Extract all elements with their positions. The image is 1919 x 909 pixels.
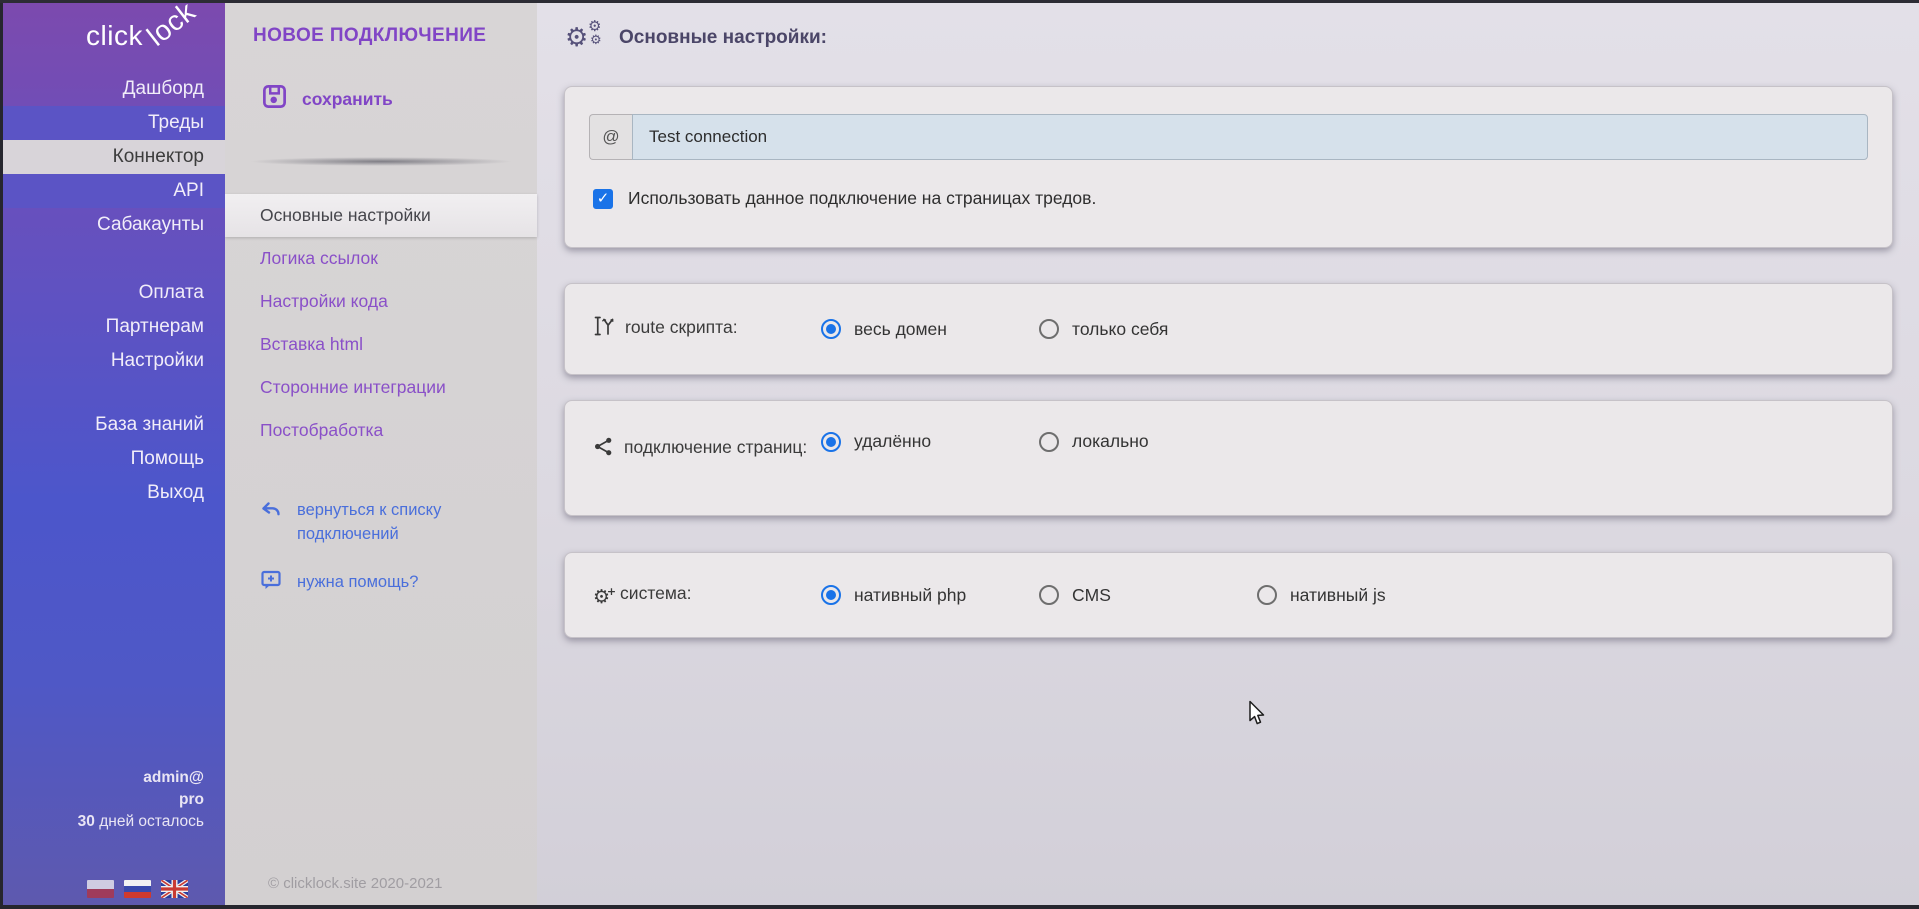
radio-icon[interactable] [1257, 585, 1277, 605]
gears-icon: ⚙ ⚙ ⚙ [565, 20, 607, 56]
route-icon [593, 315, 615, 348]
radio-icon[interactable] [1039, 319, 1059, 339]
at-icon: @ [602, 127, 619, 147]
use-on-threads-row[interactable]: ✓ Использовать данное подключение на стр… [593, 188, 1892, 209]
language-switcher [87, 880, 225, 898]
undo-arrow-icon [259, 498, 283, 546]
logo-text-lock: lock [141, 0, 202, 53]
page-connection-card: подключение страниц: удалённо локально [564, 400, 1893, 516]
clicklock-logo[interactable]: click lock [0, 0, 225, 72]
russia-flag-icon[interactable] [124, 880, 151, 898]
sidebar-item-help[interactable]: Помощь [0, 442, 225, 476]
help-bubble-plus-icon [259, 568, 283, 597]
tab-postprocessing[interactable]: Постобработка [225, 409, 537, 452]
sidebar-item-api[interactable]: API [0, 174, 225, 208]
tab-html-insert[interactable]: Вставка html [225, 323, 537, 366]
route-script-options: весь домен только себя [821, 319, 1168, 340]
nav-spacer [0, 242, 225, 276]
radio-icon[interactable] [821, 319, 841, 339]
save-button[interactable]: сохранить [261, 83, 537, 115]
option-native-php[interactable]: нативный php [821, 585, 1039, 606]
system-options: нативный php CMS нативный js [821, 585, 1386, 606]
option-whole-domain[interactable]: весь домен [821, 319, 1039, 340]
page-header: ⚙ ⚙ ⚙ Основные настройки: [565, 20, 1919, 56]
at-addon: @ [589, 114, 632, 160]
account-info: admin@ pro 30 дней осталось [78, 767, 225, 833]
uk-flag-icon[interactable] [161, 880, 188, 898]
save-button-label: сохранить [302, 89, 393, 110]
panel-divider [249, 157, 513, 166]
connection-name-card: @ ✓ Использовать данное подключение на с… [564, 86, 1893, 248]
option-native-js[interactable]: нативный js [1257, 585, 1386, 606]
tab-code-settings[interactable]: Настройки кода [225, 280, 537, 323]
main-content: ⚙ ⚙ ⚙ Основные настройки: @ ✓ Использова… [537, 0, 1919, 909]
back-link-label: вернуться к спискуподключений [297, 498, 441, 546]
sidebar-item-partners[interactable]: Партнерам [0, 310, 225, 344]
use-on-threads-label: Использовать данное подключение на стран… [628, 188, 1096, 209]
radio-icon[interactable] [1039, 432, 1059, 452]
option-remote[interactable]: удалённо [821, 431, 1039, 452]
share-icon [593, 435, 614, 468]
mouse-cursor [1246, 700, 1268, 732]
radio-icon[interactable] [821, 432, 841, 452]
sidebar-item-threads[interactable]: Треды [0, 106, 225, 140]
primary-sidebar: click lock Дашборд Треды Коннектор API С… [0, 0, 225, 909]
account-plan: pro [78, 789, 204, 811]
logo-text-click: click [86, 20, 143, 52]
screen-edge-left [0, 0, 3, 909]
tab-link-logic[interactable]: Логика ссылок [225, 237, 537, 280]
check-icon: ✓ [597, 191, 610, 206]
page-title: Основные настройки: [619, 27, 827, 49]
tab-integrations[interactable]: Сторонние интеграции [225, 366, 537, 409]
screen-edge-top [0, 0, 1919, 3]
page-connection-label: подключение страниц: [593, 431, 821, 468]
gear-plus-icon: ⚙+ [593, 581, 610, 614]
sidebar-item-logout[interactable]: Выход [0, 476, 225, 510]
connection-panel: НОВОЕ ПОДКЛЮЧЕНИЕ сохранить Основные нас… [225, 0, 537, 909]
sidebar-item-knowledge-base[interactable]: База знаний [0, 408, 225, 442]
option-local[interactable]: локально [1039, 431, 1149, 452]
poland-flag-icon[interactable] [87, 880, 114, 898]
tab-basic-settings[interactable]: Основные настройки [225, 194, 537, 237]
connection-settings-nav: Основные настройки Логика ссылок Настрой… [225, 194, 537, 452]
option-cms[interactable]: CMS [1039, 585, 1257, 606]
save-floppy-icon [261, 83, 288, 115]
account-days-left: 30 дней осталось [78, 811, 204, 833]
need-help-link[interactable]: нужна помощь? [259, 568, 537, 597]
sidebar-item-subaccounts[interactable]: Сабакаунты [0, 208, 225, 242]
sidebar-item-settings[interactable]: Настройки [0, 344, 225, 378]
primary-nav: Дашборд Треды Коннектор API Сабакаунты О… [0, 72, 225, 510]
panel-title: НОВОЕ ПОДКЛЮЧЕНИЕ [253, 25, 537, 47]
nav-spacer [0, 378, 225, 408]
system-label: ⚙+система: [593, 577, 821, 614]
account-email: admin@ [78, 767, 204, 789]
sidebar-item-connector[interactable]: Коннектор [0, 140, 225, 174]
sidebar-item-dashboard[interactable]: Дашборд [0, 72, 225, 106]
radio-icon[interactable] [821, 585, 841, 605]
system-card: ⚙+система: нативный php CMS нативный js [564, 552, 1893, 638]
sidebar-item-payment[interactable]: Оплата [0, 276, 225, 310]
back-to-connections-link[interactable]: вернуться к спискуподключений [259, 498, 537, 546]
help-link-label: нужна помощь? [297, 573, 418, 592]
radio-icon[interactable] [1039, 585, 1059, 605]
connection-name-group: @ [589, 114, 1868, 160]
page-connection-options: удалённо локально [821, 431, 1149, 452]
connection-name-input[interactable] [632, 114, 1868, 160]
screen-edge-bottom [0, 905, 1919, 909]
copyright-text: © clicklock.site 2020-2021 [268, 875, 442, 892]
route-script-card: route скрипта: весь домен только себя [564, 283, 1893, 375]
use-on-threads-checkbox[interactable]: ✓ [593, 189, 613, 209]
route-script-label: route скрипта: [593, 311, 821, 348]
option-only-self[interactable]: только себя [1039, 319, 1168, 340]
